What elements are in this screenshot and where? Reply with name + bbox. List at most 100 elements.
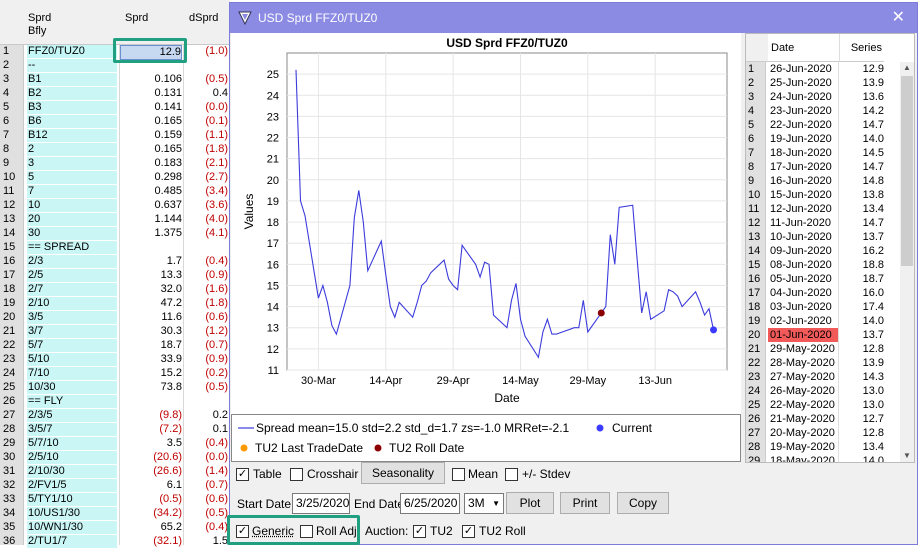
row-dsprd-value[interactable]: (1.4) [184,465,228,478]
row-label[interactable]: 2/3 [27,255,117,268]
row-series[interactable]: 13.8 [840,188,884,202]
row-label[interactable]: 10/WN1/30 [27,521,117,534]
row-sprd-value[interactable]: 1.375 [120,227,182,240]
table-row[interactable]: 22 28-May-2020 13.9 [746,356,914,370]
scroll-up-icon[interactable]: ▲ [900,62,914,74]
row-dsprd-value[interactable]: (0.6) [184,311,228,324]
row-date[interactable]: 11-Jun-2020 [768,216,839,230]
row-dsprd-value[interactable]: 1.5 [184,535,228,548]
row-sprd-value[interactable]: 0.165 [120,143,182,156]
row-sprd-value[interactable]: 18.7 [120,339,182,352]
row-label[interactable]: 2/7 [27,283,117,296]
table-row[interactable]: 14 09-Jun-2020 16.2 [746,244,914,258]
row-dsprd-value[interactable]: (1.6) [184,283,228,296]
row-dsprd-value[interactable]: (3.4) [184,185,228,198]
row-label[interactable]: -- [27,59,117,72]
row-date[interactable]: 03-Jun-2020 [768,300,839,314]
row-dsprd-value[interactable]: (0.7) [184,479,228,492]
row-label[interactable]: 5/7 [27,339,117,352]
row-sprd-value[interactable]: 0.159 [120,129,182,142]
row-date[interactable]: 18-May-2020 [768,454,839,462]
row-date[interactable]: 16-Jun-2020 [768,174,839,188]
row-series[interactable]: 14.0 [840,314,884,328]
row-label[interactable]: FFZ0/TUZ0 [27,45,117,58]
row-sprd-value[interactable]: 32.0 [120,283,182,296]
row-date[interactable]: 02-Jun-2020 [768,314,839,328]
row-date[interactable]: 05-Jun-2020 [768,272,839,286]
row-sprd-value[interactable]: 0.485 [120,185,182,198]
table-row[interactable]: 24 26-May-2020 13.0 [746,384,914,398]
row-label[interactable]: 2/10/30 [27,465,117,478]
row-date[interactable]: 08-Jun-2020 [768,258,839,272]
row-dsprd-value[interactable]: (0.5) [184,507,228,520]
row-series[interactable]: 18.8 [840,258,884,272]
row-series[interactable]: 14.0 [840,132,884,146]
row-date[interactable]: 25-Jun-2020 [768,76,839,90]
table-row[interactable]: 23 27-May-2020 14.3 [746,370,914,384]
seasonality-button[interactable]: Seasonality [361,462,445,484]
table-row[interactable]: 11 12-Jun-2020 13.4 [746,202,914,216]
row-label[interactable]: 3 [27,157,117,170]
row-sprd-value[interactable]: 33.9 [120,353,182,366]
row-label[interactable]: 3/5/7 [27,423,117,436]
period-select[interactable]: 3M ▼ [464,493,504,514]
table-row[interactable]: 26 21-May-2020 12.7 [746,412,914,426]
row-sprd-value[interactable]: 3.5 [120,437,182,450]
row-series[interactable]: 14.7 [840,118,884,132]
row-dsprd-value[interactable]: (1.1) [184,129,228,142]
table-row[interactable]: 7 18-Jun-2020 14.5 [746,146,914,160]
table-header-series[interactable]: Series [840,34,884,62]
row-dsprd-value[interactable]: 0.4 [184,87,228,100]
table-row[interactable]: 13 10-Jun-2020 13.7 [746,230,914,244]
table-row[interactable]: 3 24-Jun-2020 13.6 [746,90,914,104]
row-sprd-value[interactable]: 47.2 [120,297,182,310]
row-dsprd-value[interactable]: (0.5) [184,73,228,86]
row-label[interactable]: B1 [27,73,117,86]
table-row[interactable]: 4 23-Jun-2020 14.2 [746,104,914,118]
row-date[interactable]: 27-May-2020 [768,370,839,384]
row-date[interactable]: 04-Jun-2020 [768,286,839,300]
row-label[interactable]: 20 [27,213,117,226]
row-label[interactable]: 2/5/10 [27,451,117,464]
row-sprd-value[interactable]: 0.141 [120,101,182,114]
row-series[interactable]: 13.7 [840,328,884,342]
row-sprd-value[interactable]: 1.7 [120,255,182,268]
row-sprd-value[interactable]: 0.637 [120,199,182,212]
row-date[interactable]: 26-Jun-2020 [768,62,839,76]
row-date[interactable]: 10-Jun-2020 [768,230,839,244]
start-date-input[interactable]: 3/25/2020 [292,493,350,514]
row-label[interactable]: B2 [27,87,117,100]
row-dsprd-value[interactable]: (1.2) [184,325,228,338]
row-label[interactable]: 7/10 [27,367,117,380]
row-label[interactable]: 2/3/5 [27,409,117,422]
row-series[interactable]: 13.0 [840,384,884,398]
table-header-date[interactable]: Date [768,34,840,62]
row-sprd-value[interactable]: (26.6) [120,465,182,478]
row-dsprd-value[interactable]: (0.0) [184,101,228,114]
row-dsprd-value[interactable]: (2.7) [184,171,228,184]
row-dsprd-value[interactable]: (0.9) [184,269,228,282]
row-date[interactable]: 09-Jun-2020 [768,244,839,258]
row-label[interactable]: 10 [27,199,117,212]
row-series[interactable]: 13.6 [840,90,884,104]
row-date[interactable]: 20-May-2020 [768,426,839,440]
row-date[interactable]: 15-Jun-2020 [768,188,839,202]
col-header-sprd-bfly[interactable]: Sprd Bfly [24,0,120,45]
row-sprd-value[interactable]: (20.6) [120,451,182,464]
row-label[interactable]: 30 [27,227,117,240]
row-dsprd-value[interactable]: (0.4) [184,521,228,534]
copy-button[interactable]: Copy [617,492,669,514]
table-row[interactable]: 18 03-Jun-2020 17.4 [746,300,914,314]
row-sprd-value[interactable]: 6.1 [120,479,182,492]
row-series[interactable]: 14.8 [840,174,884,188]
row-date[interactable]: 19-May-2020 [768,440,839,454]
row-date[interactable]: 12-Jun-2020 [768,202,839,216]
crosshair-checkbox[interactable] [290,468,303,481]
row-sprd-value[interactable]: 13.3 [120,269,182,282]
table-row[interactable]: 16 05-Jun-2020 18.7 [746,272,914,286]
mean-checkbox[interactable] [452,468,465,481]
table-row[interactable]: 1 26-Jun-2020 12.9 [746,62,914,76]
row-label[interactable]: B3 [27,101,117,114]
row-sprd-value[interactable]: (7.2) [120,423,182,436]
print-button[interactable]: Print [560,492,610,514]
